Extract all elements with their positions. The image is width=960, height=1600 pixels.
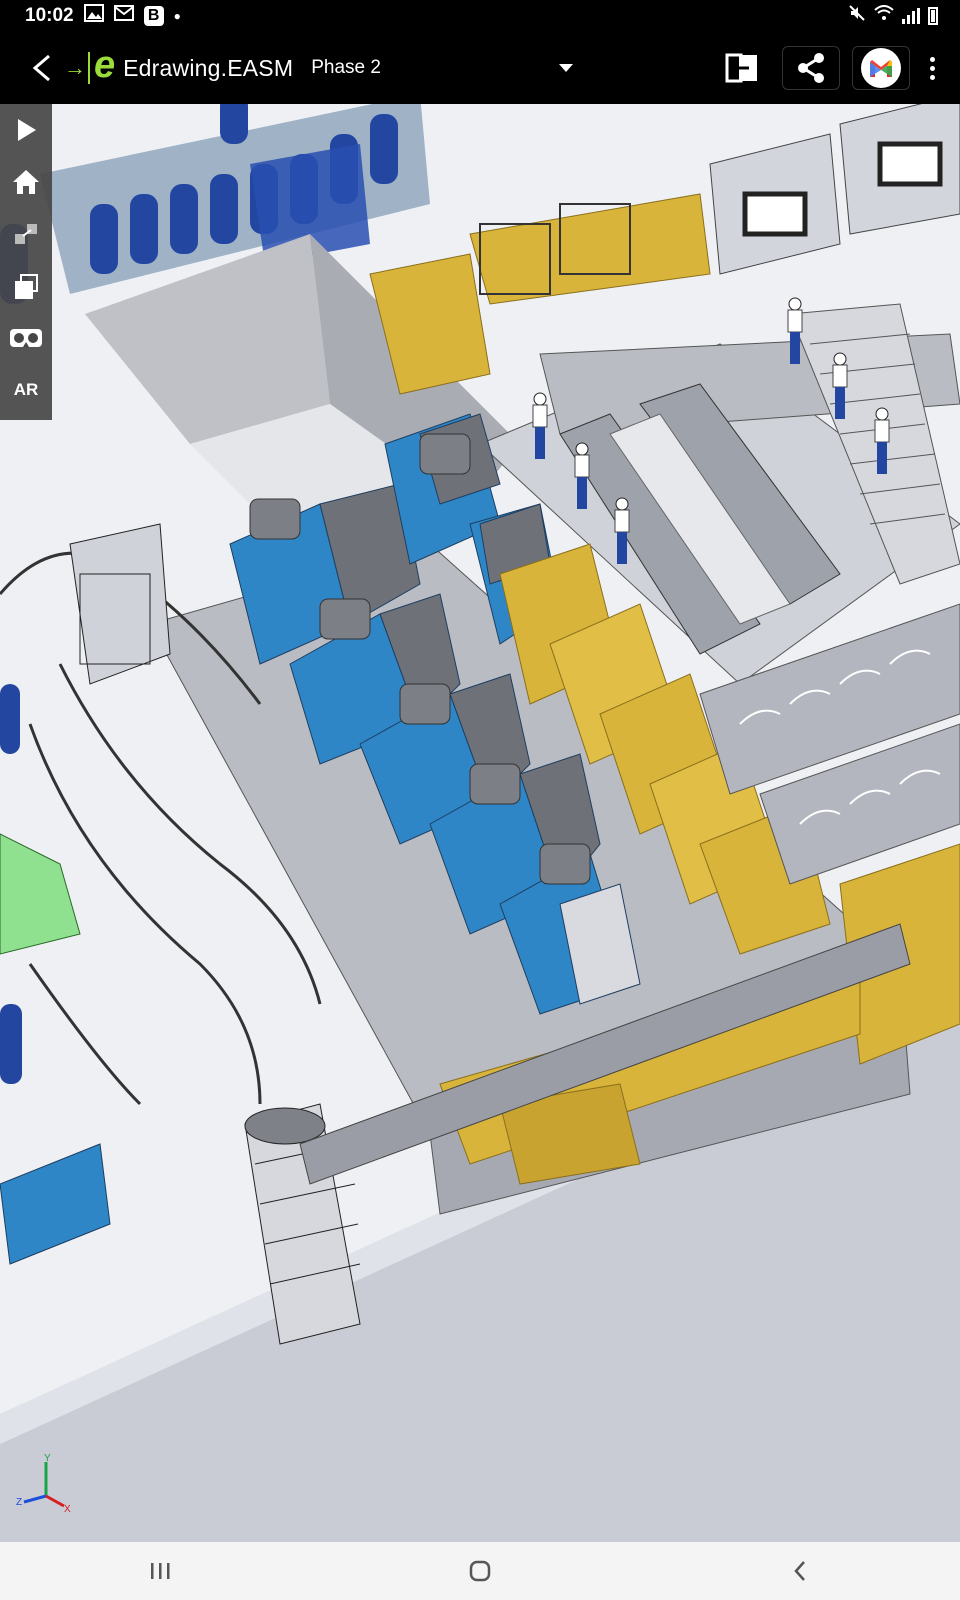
dot-icon: ●	[173, 9, 181, 23]
home-view-button[interactable]	[0, 156, 52, 208]
viewer-toolbar: AR	[0, 104, 52, 420]
document-title: Edrawing.EASM	[123, 54, 294, 81]
configurations-icon	[15, 274, 38, 299]
triad-z-label: Z	[16, 1497, 22, 1508]
animate-button[interactable]	[0, 104, 52, 156]
battery-icon	[928, 7, 938, 25]
assembly-render	[0, 104, 960, 1542]
gmail-notification-icon	[113, 5, 134, 27]
model-viewport[interactable]	[0, 104, 960, 1542]
system-nav-bar	[0, 1542, 960, 1600]
gmail-icon	[861, 48, 901, 88]
more-icon[interactable]	[922, 48, 942, 88]
play-icon	[18, 119, 36, 141]
ar-label: AR	[13, 380, 39, 399]
recents-icon	[151, 1563, 170, 1579]
ar-button[interactable]: AR	[0, 364, 52, 416]
signal-icon	[902, 8, 920, 24]
chevron-down-icon	[558, 64, 573, 72]
mute-icon	[848, 4, 866, 28]
back-nav-button[interactable]	[750, 1546, 850, 1596]
explode-button[interactable]	[0, 208, 52, 260]
configurations-button[interactable]	[0, 260, 52, 312]
configuration-label[interactable]: Phase 2	[311, 57, 381, 79]
share-button[interactable]	[782, 46, 840, 90]
wifi-icon	[874, 5, 894, 27]
vr-button[interactable]	[0, 312, 52, 364]
share-icon	[798, 53, 824, 83]
triad-y-label: Y	[44, 1453, 51, 1464]
vr-headset-icon	[10, 329, 42, 347]
exit-fullscreen-button[interactable]	[714, 47, 770, 89]
configuration-dropdown[interactable]	[551, 53, 581, 83]
chevron-left-icon	[32, 54, 50, 82]
recents-button[interactable]	[110, 1546, 210, 1596]
back-nav-icon	[794, 1561, 805, 1581]
home-icon	[13, 170, 39, 194]
exit-fullscreen-icon	[725, 53, 757, 83]
home-nav-button[interactable]	[430, 1546, 530, 1596]
edrawings-logo: → e	[64, 44, 116, 86]
orientation-triad: Y Z X	[14, 1452, 74, 1515]
b-app-icon: B	[143, 6, 164, 26]
status-bar: 10:02 B ●	[0, 0, 960, 32]
status-time: 10:02	[25, 5, 74, 26]
gallery-icon	[83, 4, 104, 28]
triad-x-label: X	[64, 1504, 71, 1512]
explode-icon	[15, 224, 37, 244]
back-button[interactable]	[22, 48, 62, 88]
gmail-share-button[interactable]	[852, 46, 910, 90]
app-bar: → e Edrawing.EASM Phase 2	[0, 32, 960, 104]
home-nav-icon	[469, 1560, 491, 1582]
